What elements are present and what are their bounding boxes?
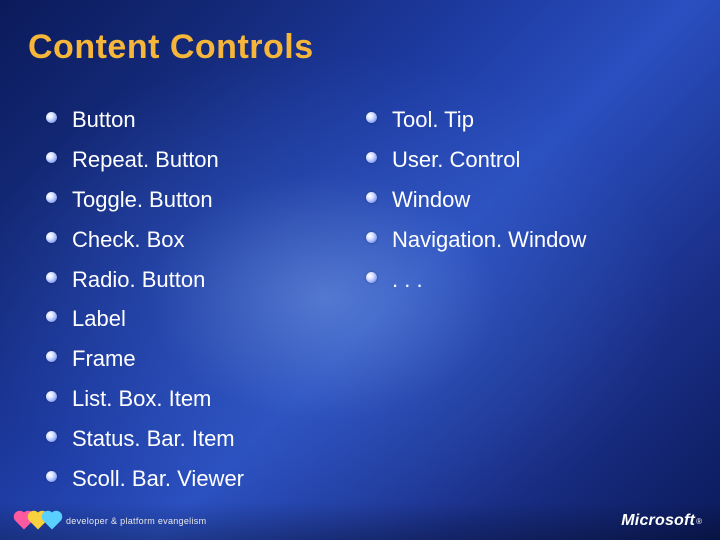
right-list: Tool. Tip User. Control Window Navigatio… (360, 100, 680, 299)
brand-text: Microsoft (621, 512, 695, 530)
content-columns: Button Repeat. Button Toggle. Button Che… (40, 100, 680, 499)
footer: developer & platform evangelism Microsof… (0, 502, 720, 540)
list-item: Radio. Button (40, 260, 360, 300)
list-item: Check. Box (40, 220, 360, 260)
list-item: Navigation. Window (360, 220, 680, 260)
list-item: Tool. Tip (360, 100, 680, 140)
list-item: List. Box. Item (40, 379, 360, 419)
list-item: Scoll. Bar. Viewer (40, 459, 360, 499)
list-item: Toggle. Button (40, 180, 360, 220)
list-item: Button (40, 100, 360, 140)
heart-icon (44, 513, 61, 530)
list-item: Frame (40, 339, 360, 379)
list-item: . . . (360, 260, 680, 300)
footer-left: developer & platform evangelism (18, 515, 206, 527)
left-column: Button Repeat. Button Toggle. Button Che… (40, 100, 360, 499)
list-item: Window (360, 180, 680, 220)
list-item: Label (40, 299, 360, 339)
list-item: Status. Bar. Item (40, 419, 360, 459)
microsoft-logo: Microsoft ® (621, 512, 702, 530)
list-item: User. Control (360, 140, 680, 180)
hearts-icon (18, 515, 58, 527)
slide-title: Content Controls (28, 28, 314, 67)
right-column: Tool. Tip User. Control Window Navigatio… (360, 100, 680, 499)
registered-mark: ® (696, 517, 702, 526)
list-item: Repeat. Button (40, 140, 360, 180)
left-list: Button Repeat. Button Toggle. Button Che… (40, 100, 360, 499)
slide: Content Controls Button Repeat. Button T… (0, 0, 720, 540)
footer-tagline: developer & platform evangelism (66, 516, 206, 526)
